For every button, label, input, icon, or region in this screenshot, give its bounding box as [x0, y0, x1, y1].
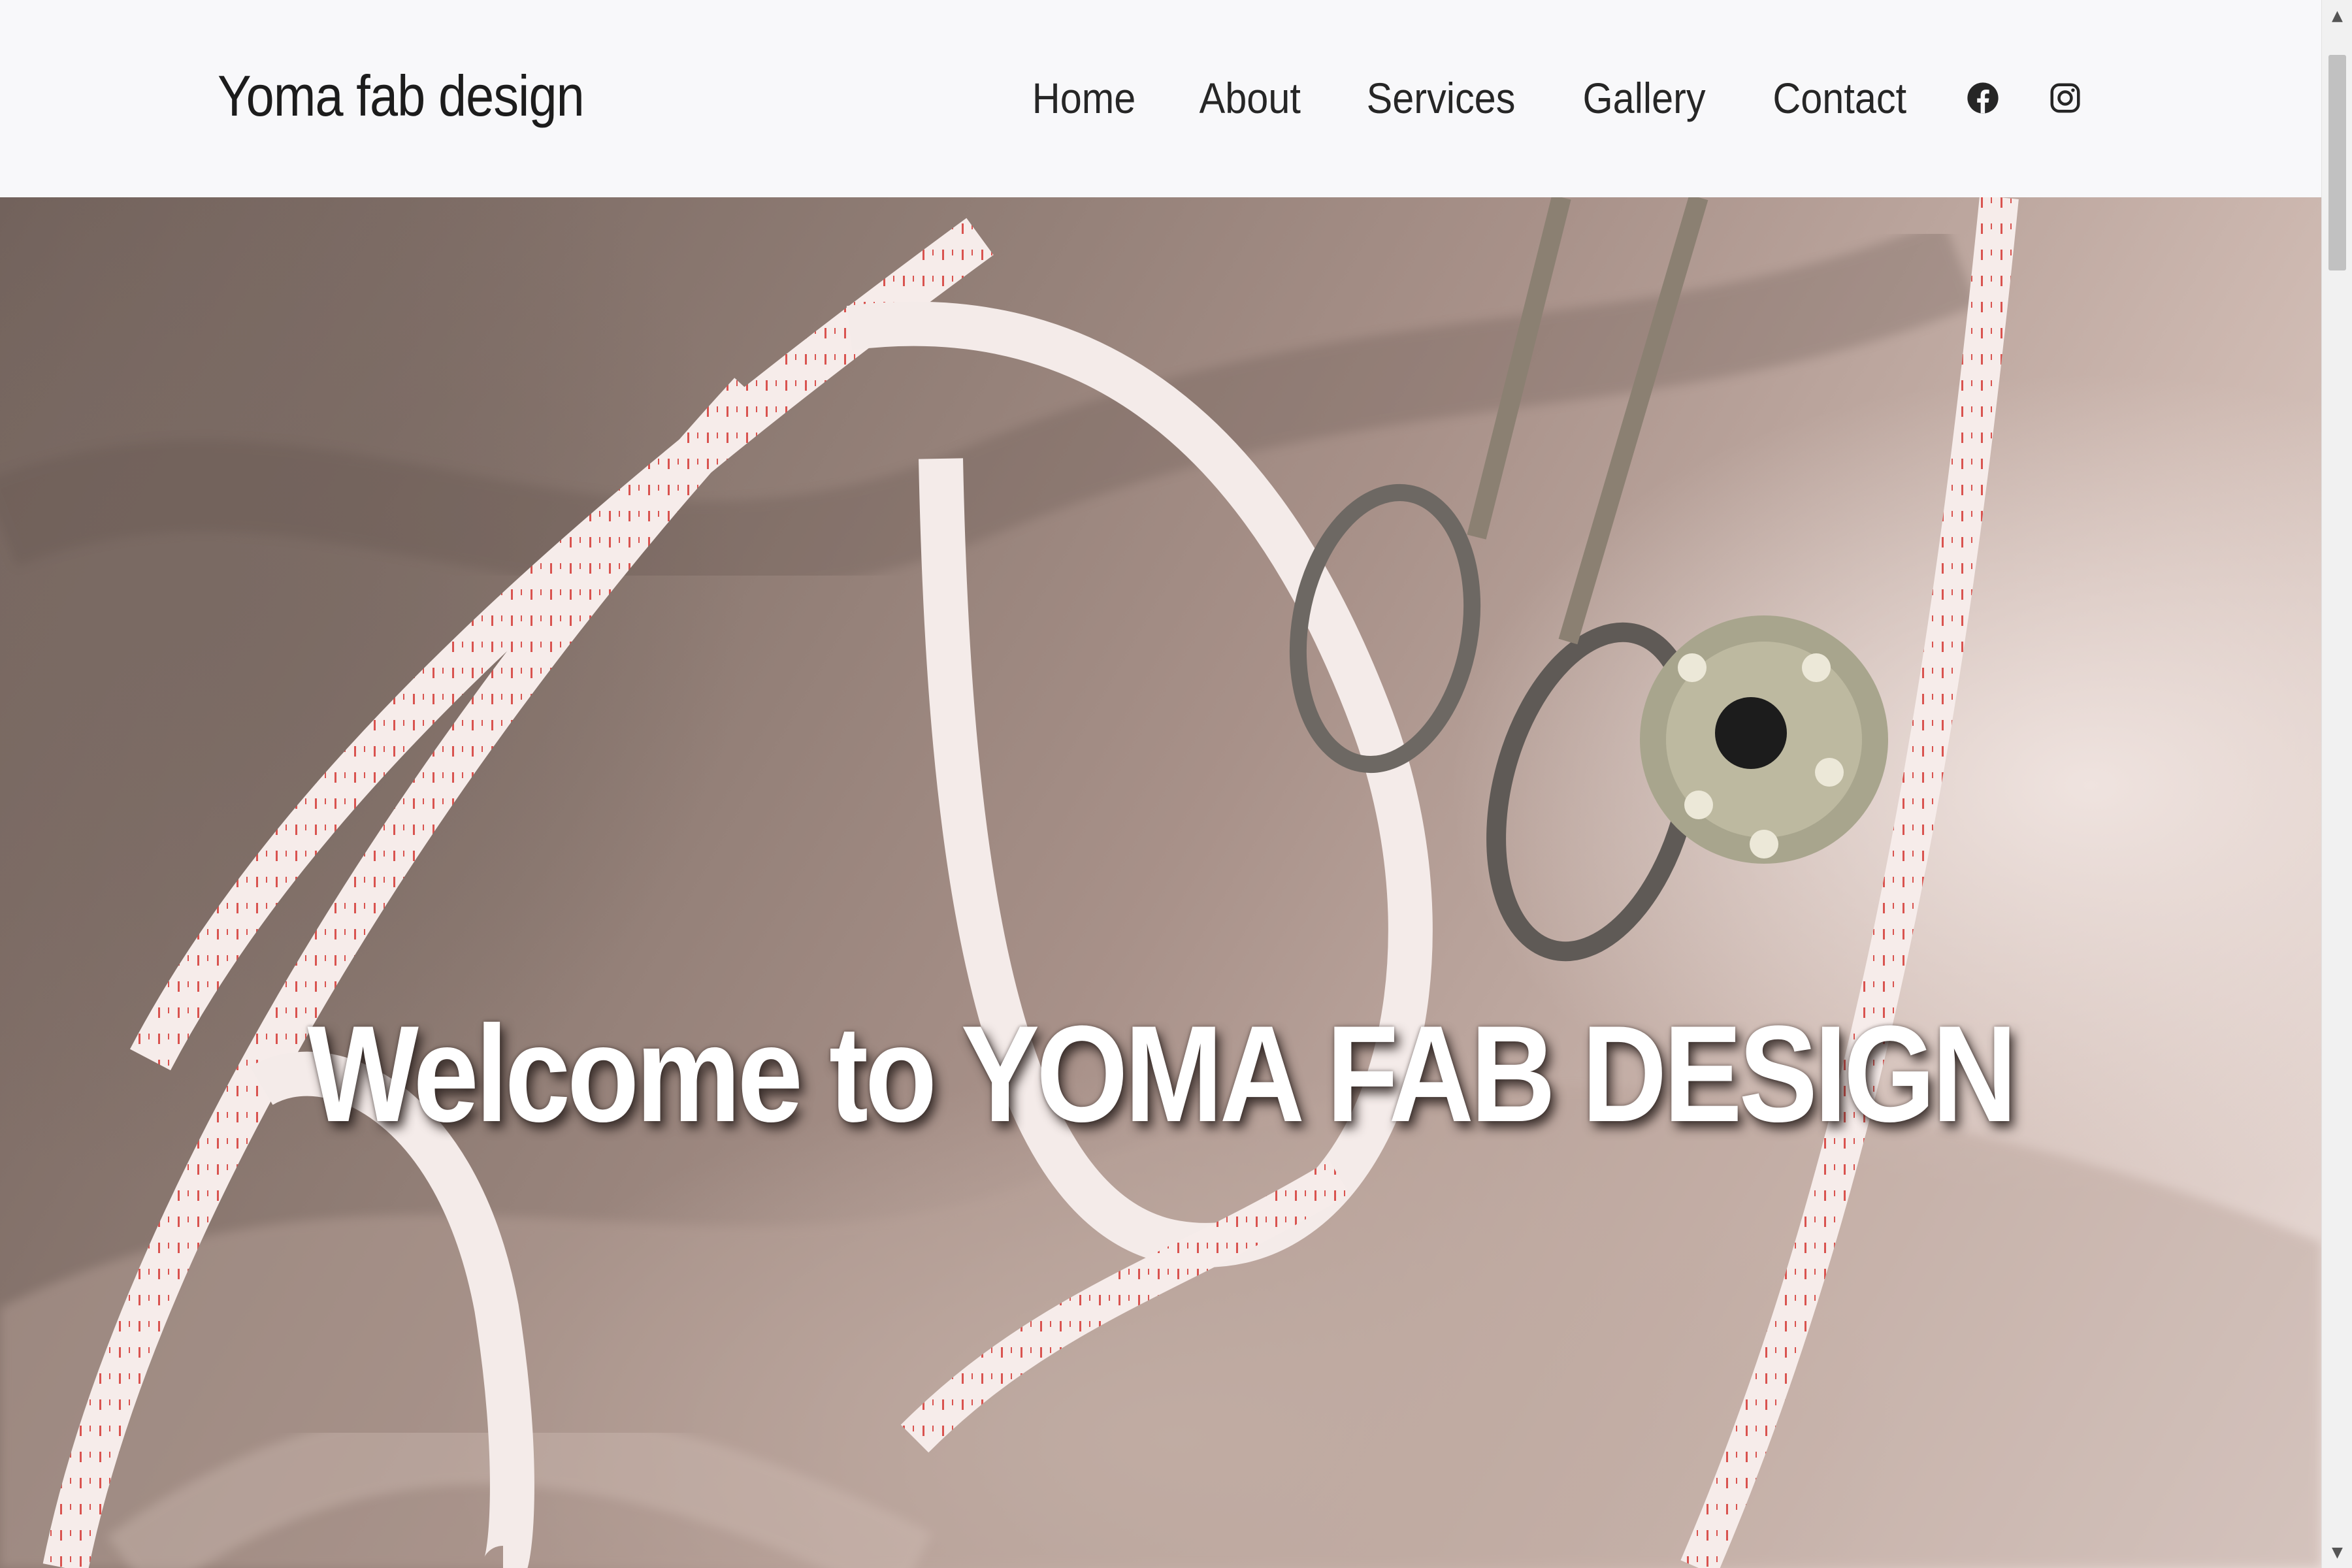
nav-home-link[interactable]: Home	[1032, 73, 1135, 123]
hero-background-image	[0, 197, 2321, 1568]
page-viewport: Yoma fab design Home About Services Gall…	[0, 0, 2321, 1568]
hero-title: Welcome to YOMA FAB DESIGN	[307, 996, 2017, 1151]
nav-services-link[interactable]: Services	[1367, 73, 1516, 123]
scroll-thumb[interactable]	[2328, 55, 2346, 270]
nav-gallery-link[interactable]: Gallery	[1583, 73, 1706, 123]
facebook-icon[interactable]	[1965, 75, 2001, 121]
nav-links: Home About Services Gallery Contact	[1026, 69, 2083, 127]
scroll-down-arrow-icon[interactable]: ▼	[2322, 1539, 2352, 1565]
brand-logo[interactable]: Yoma fab design	[218, 63, 585, 129]
nav-about-link[interactable]: About	[1200, 73, 1301, 123]
navbar: Yoma fab design Home About Services Gall…	[0, 0, 2321, 197]
facebook-glyph	[1967, 82, 1999, 114]
nav-contact-link[interactable]: Contact	[1772, 73, 1906, 123]
vertical-scrollbar[interactable]: ▲ ▼	[2321, 0, 2352, 1568]
hero-banner: Welcome to YOMA FAB DESIGN	[0, 197, 2321, 1568]
scroll-up-arrow-icon[interactable]: ▲	[2322, 3, 2352, 29]
instagram-glyph	[2050, 83, 2080, 113]
instagram-icon[interactable]	[2047, 75, 2083, 121]
